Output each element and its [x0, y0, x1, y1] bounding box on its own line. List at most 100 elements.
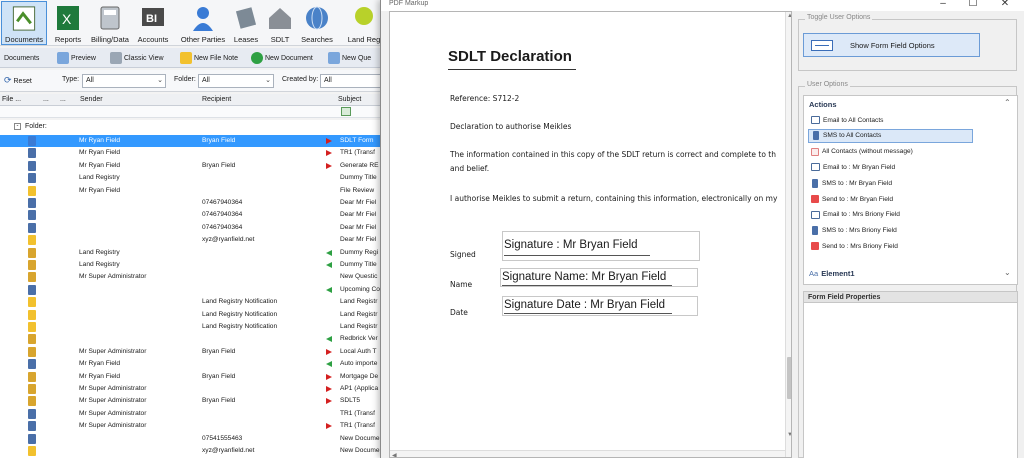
declaration-heading: Declaration to authorise Meikles: [450, 122, 572, 131]
ribbon-billing-button[interactable]: Billing/Data: [88, 1, 132, 45]
table-row[interactable]: Mr Ryan Field Bryan Field Generate RE: [0, 160, 386, 172]
column-subject[interactable]: Subject: [338, 96, 361, 103]
declaration-paragraph-1-end: and belief.: [450, 164, 490, 173]
action-item[interactable]: All Contacts (without message): [808, 145, 973, 159]
table-row[interactable]: Mr Ryan Field Bryan Field SDLT Form: [0, 135, 386, 148]
action-item[interactable]: Send to : Mr Bryan Field: [808, 192, 973, 206]
pdf-markup-window: PDF Markup – ☐ ✕ SDLT Declaration Refere…: [380, 0, 1024, 458]
scroll-left-icon[interactable]: ◀: [392, 452, 397, 457]
chevron-down-icon[interactable]: ⌄: [1004, 268, 1011, 277]
column-recipient[interactable]: Recipient: [202, 96, 231, 103]
table-row[interactable]: Land Registry Dummy Regi: [0, 247, 386, 259]
show-form-field-options-button[interactable]: Show Form Field Options: [803, 33, 980, 57]
signature-field[interactable]: Signature : Mr Bryan Field: [502, 231, 700, 261]
table-row[interactable]: Land Registry Notification Land Registr: [0, 309, 386, 321]
toolbar-new-question-button[interactable]: New Que: [328, 50, 371, 66]
toolbar-new-file-note-button[interactable]: New File Note: [180, 50, 238, 66]
table-row[interactable]: Upcoming Co: [0, 284, 386, 296]
ribbon-sdlt-button[interactable]: SDLT: [266, 1, 294, 45]
close-button[interactable]: ✕: [991, 0, 1019, 9]
folder-select[interactable]: All ⌄: [198, 74, 274, 88]
column-sender[interactable]: Sender: [80, 96, 103, 103]
table-row[interactable]: Land Registry Notification Land Registr: [0, 296, 386, 308]
table-row[interactable]: 07541555463 New Docume: [0, 433, 386, 445]
ribbon-leases-button[interactable]: Leases: [232, 1, 260, 45]
document-horizontal-scrollbar[interactable]: ◀: [390, 450, 785, 457]
table-row[interactable]: Mr Super Administrator AP1 (Applica: [0, 383, 386, 395]
collapse-icon[interactable]: -: [14, 123, 21, 130]
table-row[interactable]: Land Registry Notification Land Registr: [0, 321, 386, 333]
created-by-select[interactable]: All: [320, 74, 386, 88]
type-select[interactable]: All ⌄: [82, 74, 166, 88]
chevron-up-icon[interactable]: ⌃: [1004, 98, 1011, 107]
table-row[interactable]: xyz@ryanfield.net New Docume: [0, 445, 386, 457]
table-row[interactable]: Mr Super Administrator TR1 (Transf: [0, 420, 386, 432]
toolbar-classic-view-button[interactable]: Classic View: [110, 50, 164, 66]
table-row[interactable]: xyz@ryanfield.net Dear Mr Fiel: [0, 234, 386, 246]
folder-label: Folder:: [174, 76, 196, 83]
toolbar-new-document-button[interactable]: New Document: [251, 50, 313, 66]
table-row[interactable]: Mr Super Administrator New Questic: [0, 271, 386, 283]
red-flag-icon: [326, 348, 332, 355]
cell-sender: Mr Ryan Field: [79, 186, 121, 194]
action-item[interactable]: Email to : Mrs Briony Field: [808, 208, 973, 222]
action-item[interactable]: Email to All Contacts: [808, 113, 973, 127]
calculator-icon: [100, 6, 120, 30]
file-note-icon: [180, 52, 192, 64]
scroll-down-icon[interactable]: ▼: [787, 432, 791, 438]
signature-date-field[interactable]: Signature Date : Mr Bryan Field: [502, 296, 698, 316]
column-file[interactable]: File ...: [2, 96, 21, 103]
grid-filter-row[interactable]: [0, 106, 386, 118]
action-item[interactable]: SMS to : Mrs Briony Field: [808, 224, 973, 238]
reset-button[interactable]: ⟳ Reset: [4, 75, 32, 86]
table-row[interactable]: Mr Ryan Field TR1 (Transf: [0, 147, 386, 159]
none-icon: [811, 147, 819, 156]
document-vertical-scrollbar[interactable]: ▲ ▼: [785, 12, 791, 457]
table-row[interactable]: Mr Super Administrator Bryan Field Local A…: [0, 346, 386, 358]
table-row[interactable]: Mr Ryan Field Bryan Field Mortgage De: [0, 371, 386, 383]
ribbon-other-parties-button[interactable]: Other Parties: [179, 1, 227, 45]
table-row[interactable]: Mr Ryan Field Auto importe: [0, 358, 386, 370]
excel-icon: X: [57, 6, 79, 30]
green-flag-icon: [326, 286, 332, 293]
toolbar-preview-button[interactable]: Preview: [57, 50, 96, 66]
maximize-button[interactable]: ☐: [959, 0, 987, 9]
table-row[interactable]: 07467940364 Dear Mr Fiel: [0, 222, 386, 234]
file-type-icon: [28, 284, 36, 295]
table-row[interactable]: Land Registry Dummy Title: [0, 172, 386, 184]
table-row[interactable]: Land Registry Dummy Title: [0, 259, 386, 271]
file-type-icon: [28, 136, 36, 146]
table-row[interactable]: Mr Super Administrator TR1 (Transf: [0, 408, 386, 420]
table-row[interactable]: 07467940364 Dear Mr Fiel: [0, 209, 386, 221]
table-row[interactable]: Mr Ryan Field File Review: [0, 185, 386, 197]
document-reference: Reference: S712-2: [450, 94, 520, 103]
table-row[interactable]: Redbrick Ver: [0, 333, 386, 345]
question-icon: [328, 52, 340, 64]
cell-recipient: Land Registry Notification: [202, 323, 278, 330]
table-row[interactable]: Mr Super Administrator Bryan Field SDLT5: [0, 395, 386, 407]
ribbon-searches-button[interactable]: Searches: [298, 1, 336, 45]
scroll-thumb[interactable]: [787, 357, 791, 399]
action-item[interactable]: Send to : Mrs Briony Field: [808, 239, 973, 253]
file-type-icon: [28, 260, 36, 270]
column-extra-1[interactable]: ...: [43, 96, 49, 103]
action-item[interactable]: SMS to All Contacts: [808, 128, 973, 143]
ribbon-land-reg-button[interactable]: Land Reg: [344, 1, 384, 45]
ribbon-accounts-button[interactable]: BI Accounts: [135, 1, 171, 45]
signature-name-field[interactable]: Signature Name: Mr Bryan Field: [500, 268, 698, 287]
table-row[interactable]: 07467940364 Dear Mr Fiel: [0, 197, 386, 209]
action-item[interactable]: Email to : Mr Bryan Field: [808, 160, 973, 174]
element1-header[interactable]: Aa Element1: [809, 269, 855, 278]
pdf-document-view[interactable]: SDLT Declaration Reference: S712-2 Decla…: [389, 11, 792, 458]
column-extra-2[interactable]: ...: [60, 96, 66, 103]
signed-label: Signed: [450, 250, 476, 259]
minimize-button[interactable]: –: [929, 0, 957, 9]
filter-icon[interactable]: [341, 107, 351, 116]
toolbar-documents-tab[interactable]: Documents: [4, 50, 39, 66]
declaration-paragraph-1: The information contained in this copy o…: [450, 150, 776, 159]
scroll-up-icon[interactable]: ▲: [787, 13, 791, 19]
actions-header[interactable]: Actions: [809, 100, 837, 109]
ribbon-documents-button[interactable]: Documents: [1, 1, 47, 45]
action-item[interactable]: SMS to : Mr Bryan Field: [808, 176, 973, 190]
ribbon-reports-button[interactable]: X Reports: [52, 1, 84, 45]
